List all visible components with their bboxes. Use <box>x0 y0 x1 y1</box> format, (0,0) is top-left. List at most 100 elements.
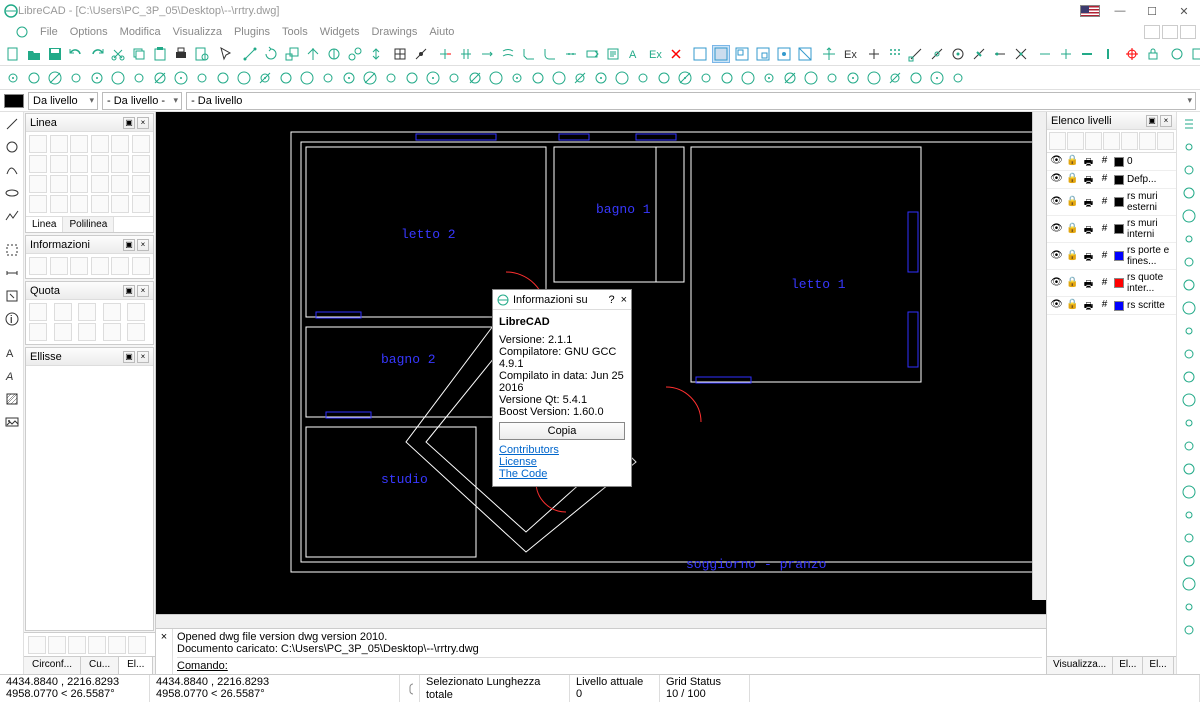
move-rotate-button[interactable] <box>325 45 343 63</box>
draw-tool-1[interactable] <box>25 69 43 87</box>
rotate-button[interactable] <box>262 45 280 63</box>
draw-tool-35[interactable] <box>739 69 757 87</box>
draw-tool-11[interactable] <box>235 69 253 87</box>
layer-print-icon[interactable]: 🖶 <box>1082 155 1095 168</box>
draw-tool-6[interactable] <box>130 69 148 87</box>
layer-visible-icon[interactable]: 👁 <box>1050 196 1063 209</box>
linea-tool-9[interactable] <box>91 155 109 173</box>
rtool-12[interactable] <box>1179 390 1199 410</box>
lengthen-button[interactable] <box>478 45 496 63</box>
rtool-16[interactable] <box>1179 482 1199 502</box>
rtool-3[interactable] <box>1179 183 1199 203</box>
draw-tool-30[interactable] <box>634 69 652 87</box>
tool-ellipse-icon[interactable] <box>2 183 22 203</box>
draw-tool-16[interactable] <box>340 69 358 87</box>
rtab-el2[interactable]: El... <box>1143 657 1173 674</box>
info-tool-1[interactable] <box>50 257 68 275</box>
layer-visible-icon[interactable]: 👁 <box>1050 155 1063 168</box>
layers-float-icon[interactable]: ▣ <box>1146 115 1158 127</box>
draw-tool-32[interactable] <box>676 69 694 87</box>
panel-info-float-icon[interactable]: ▣ <box>123 239 135 251</box>
new-button[interactable] <box>4 45 22 63</box>
linea-tool-22[interactable] <box>111 195 129 213</box>
rtab-visualizza[interactable]: Visualizza... <box>1047 657 1113 674</box>
explode-text-button[interactable]: Ex <box>646 45 664 63</box>
draw-tool-31[interactable] <box>655 69 673 87</box>
divide-button[interactable] <box>562 45 580 63</box>
linea-tool-19[interactable] <box>50 195 68 213</box>
draw-tool-0[interactable] <box>4 69 22 87</box>
panel-linea-float-icon[interactable]: ▣ <box>123 117 135 129</box>
tab-linea[interactable]: Linea <box>26 217 63 232</box>
layer-showall-button[interactable] <box>1049 132 1066 150</box>
draw-tool-40[interactable] <box>844 69 862 87</box>
layer-color-swatch[interactable] <box>1114 175 1124 185</box>
layer-visible-icon[interactable]: 👁 <box>1050 299 1063 312</box>
rtool-19[interactable] <box>1179 551 1199 571</box>
layer-construction-icon[interactable]: # <box>1098 196 1111 209</box>
mdi-close-button[interactable] <box>1180 25 1196 39</box>
rtool-22[interactable] <box>1179 620 1199 640</box>
panel-quota-float-icon[interactable]: ▣ <box>123 285 135 297</box>
undo-button[interactable] <box>67 45 85 63</box>
rtool-18[interactable] <box>1179 528 1199 548</box>
layer-add-button[interactable] <box>1085 132 1102 150</box>
rtool-14[interactable] <box>1179 436 1199 456</box>
draw-tool-8[interactable] <box>172 69 190 87</box>
linea-tool-11[interactable] <box>132 155 150 173</box>
draw-tool-36[interactable] <box>760 69 778 87</box>
zoom-window-button[interactable] <box>712 45 730 63</box>
draw-tool-2[interactable] <box>46 69 64 87</box>
zoom-pan-button[interactable] <box>796 45 814 63</box>
layer-color-swatch[interactable] <box>1114 278 1124 288</box>
linea-tool-21[interactable] <box>91 195 109 213</box>
dialog-help-button[interactable]: ? <box>608 294 614 306</box>
layer-lock-icon[interactable]: 🔒 <box>1066 173 1079 186</box>
tool-ext-2[interactable] <box>1189 45 1200 63</box>
rtool-17[interactable] <box>1179 505 1199 525</box>
draw-tool-26[interactable] <box>550 69 568 87</box>
draw-tool-15[interactable] <box>319 69 337 87</box>
layer-lock-icon[interactable]: 🔒 <box>1066 196 1079 209</box>
layer-row[interactable]: 👁🔒🖶#rs muri esterni <box>1047 189 1176 216</box>
rtool-5[interactable] <box>1179 229 1199 249</box>
color-swatch[interactable] <box>4 94 24 108</box>
linea-tool-5[interactable] <box>132 135 150 153</box>
linea-tool-14[interactable] <box>70 175 88 193</box>
cursor-button[interactable] <box>217 45 235 63</box>
canvas-vscroll[interactable] <box>1032 112 1046 600</box>
attributes-button[interactable]: A <box>625 45 643 63</box>
linewidth-combo[interactable]: - Da livello - <box>102 92 182 110</box>
close-button[interactable]: ✕ <box>1172 5 1196 18</box>
layer-visible-icon[interactable]: 👁 <box>1050 173 1063 186</box>
tool-modify-icon[interactable] <box>2 286 22 306</box>
layer-construction-icon[interactable]: # <box>1098 173 1111 186</box>
layer-row[interactable]: 👁🔒🖶#rs scritte <box>1047 297 1176 315</box>
layer-hideall-button[interactable] <box>1067 132 1084 150</box>
snap-entity-button[interactable] <box>928 45 946 63</box>
menu-plugins[interactable]: Plugins <box>234 26 270 38</box>
layer-construction-icon[interactable]: # <box>1098 277 1111 290</box>
ellisse-tool-2[interactable] <box>68 636 86 654</box>
text-button[interactable]: Ex <box>841 45 859 63</box>
layer-row[interactable]: 👁🔒🖶#rs muri interni <box>1047 216 1176 243</box>
grid-button[interactable] <box>391 45 409 63</box>
draw-tool-43[interactable] <box>907 69 925 87</box>
lock-relzero-button[interactable] <box>1144 45 1162 63</box>
relzero-button[interactable] <box>1123 45 1141 63</box>
layer-print-icon[interactable]: 🖶 <box>1082 299 1095 312</box>
ellisse-tool-3[interactable] <box>88 636 106 654</box>
rtool-20[interactable] <box>1179 574 1199 594</box>
layer-lock-icon[interactable]: 🔒 <box>1066 277 1079 290</box>
info-tool-5[interactable] <box>132 257 150 275</box>
trim-button[interactable] <box>436 45 454 63</box>
layer-color-swatch[interactable] <box>1114 301 1124 311</box>
draw-tool-34[interactable] <box>718 69 736 87</box>
snap-free-button[interactable] <box>865 45 883 63</box>
color-combo[interactable]: Da livello <box>28 92 98 110</box>
draw-tool-3[interactable] <box>67 69 85 87</box>
layer-print-icon[interactable]: 🖶 <box>1082 277 1095 290</box>
layer-edit-button[interactable] <box>1121 132 1138 150</box>
rtool-8[interactable] <box>1179 298 1199 318</box>
layer-row[interactable]: 👁🔒🖶#rs quote inter... <box>1047 270 1176 297</box>
